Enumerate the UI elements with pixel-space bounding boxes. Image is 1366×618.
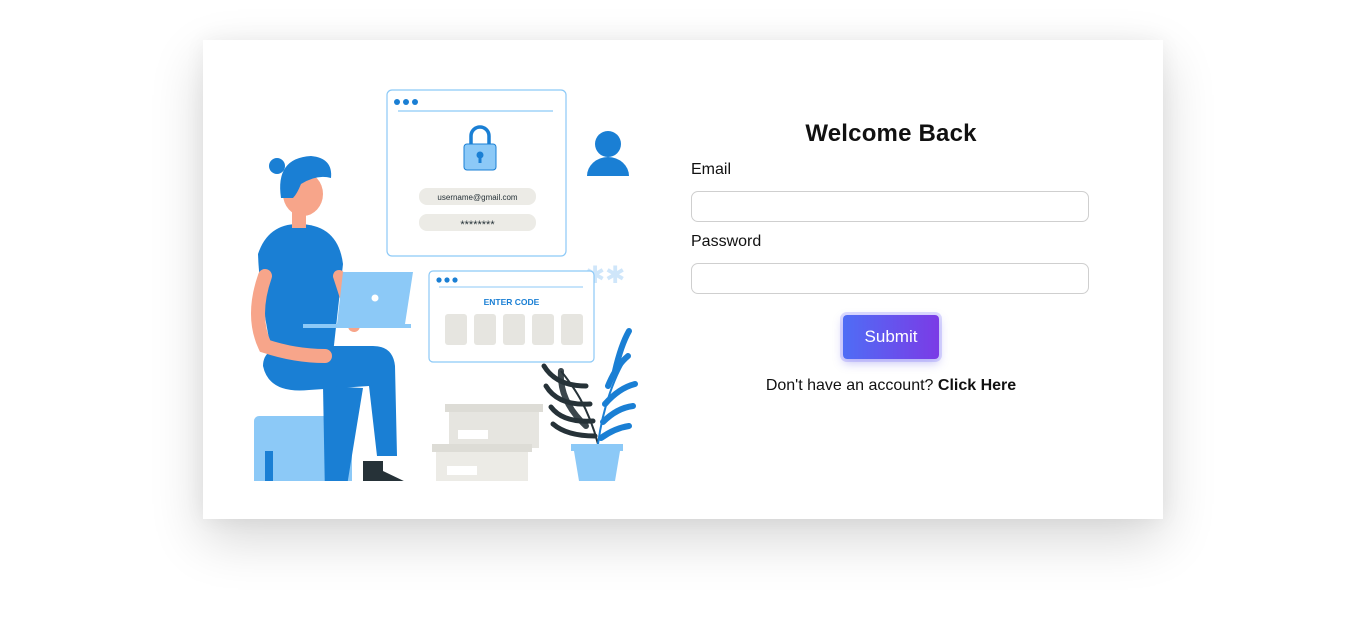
login-illustration: username@gmail.com ******** ✱✱ ENTER COD… — [251, 89, 638, 481]
signup-prompt: Don't have an account? Click Here — [691, 377, 1091, 395]
email-label: Email — [691, 161, 732, 178]
password-mask-text: ******** — [460, 219, 495, 231]
login-form: Welcome Back Email Password Submit Don't… — [691, 40, 1091, 519]
submit-button[interactable]: Submit — [843, 315, 939, 359]
password-field[interactable] — [691, 263, 1089, 294]
user-icon — [587, 131, 629, 176]
login-card: username@gmail.com ******** ✱✱ ENTER COD… — [203, 40, 1163, 519]
signup-prompt-text: Don't have an account? — [765, 377, 934, 394]
browser-window: username@gmail.com ******** — [386, 89, 567, 257]
password-label: Password — [691, 233, 762, 250]
code-window: ENTER CODE — [428, 270, 595, 363]
signup-link[interactable]: Click Here — [938, 377, 1016, 394]
code-title: ENTER CODE — [484, 297, 540, 307]
username-text: username@gmail.com — [437, 193, 517, 202]
page-title: Welcome Back — [805, 120, 977, 147]
storage-boxes — [432, 404, 543, 481]
email-field[interactable] — [691, 191, 1089, 222]
